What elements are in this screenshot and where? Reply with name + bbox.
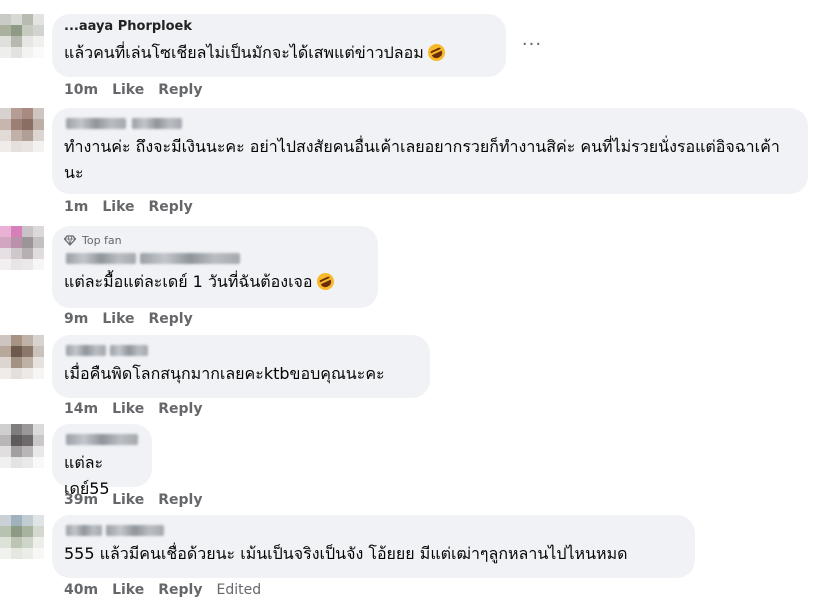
author-name[interactable]: ...aaya Phorploek (64, 19, 494, 36)
author-name[interactable] (64, 343, 418, 357)
avatar[interactable] (0, 335, 44, 379)
author-name[interactable] (64, 432, 140, 446)
like-button[interactable]: Like (112, 582, 144, 598)
author-name[interactable] (64, 523, 683, 537)
comment-actions: 14m Like Reply (64, 401, 202, 417)
reply-button[interactable]: Reply (149, 199, 193, 215)
reply-button[interactable]: Reply (158, 492, 202, 508)
comment-actions: 9m Like Reply (64, 311, 193, 327)
timestamp[interactable]: 14m (64, 401, 98, 417)
avatar[interactable] (0, 14, 44, 58)
comment-actions: 40m Like Reply Edited (64, 582, 261, 598)
like-button[interactable]: Like (112, 82, 144, 98)
comment-text: แล้วคนที่เล่นโซเชียลไม่เป็นมักจะได้เสพแต… (64, 40, 494, 66)
avatar[interactable] (0, 108, 44, 152)
timestamp[interactable]: 1m (64, 199, 88, 215)
rolling-on-floor-laughing-icon (313, 270, 337, 293)
like-button[interactable]: Like (102, 311, 134, 327)
like-button[interactable]: Like (102, 199, 134, 215)
comment-actions: 1m Like Reply (64, 199, 193, 215)
timestamp[interactable]: 39m (64, 492, 98, 508)
comment-text: ทำงานค่ะ ถึงจะมีเงินนะคะ อย่าไปสงสัยคนอื… (64, 137, 780, 182)
ellipsis-icon[interactable]: ··· (520, 34, 544, 55)
author-name-text[interactable]: ...aaya Phorploek (64, 19, 192, 34)
comment-text-content: แต่ละมื้อแต่ละเดย์ 1 วันที่ฉันต้องเจอ (64, 272, 313, 291)
avatar[interactable] (0, 226, 44, 270)
reply-button[interactable]: Reply (158, 82, 202, 98)
comment-bubble: ทำงานค่ะ ถึงจะมีเงินนะคะ อย่าไปสงสัยคนอื… (52, 108, 808, 194)
comment-bubble: แต่ละเดย์55 (52, 424, 152, 498)
avatar[interactable] (0, 515, 44, 559)
author-name[interactable] (64, 116, 796, 130)
avatar[interactable] (0, 424, 44, 468)
comment-actions: 39m Like Reply (64, 492, 202, 508)
comment-text-content: แล้วคนที่เล่นโซเชียลไม่เป็นมักจะได้เสพแต… (64, 43, 424, 62)
comment-bubble: ...aaya Phorploek แล้วคนที่เล่นโซเชียลไม… (52, 14, 506, 77)
top-fan-label: Top fan (82, 234, 122, 247)
reply-button[interactable]: Reply (149, 311, 193, 327)
reply-button[interactable]: Reply (158, 582, 202, 598)
comment-text: 555 แล้วมีคนเชื่อด้วยนะ เม้นเป็นจริงเป็น… (64, 544, 628, 563)
comment-bubble: 555 แล้วมีคนเชื่อด้วยนะ เม้นเป็นจริงเป็น… (52, 515, 695, 578)
timestamp[interactable]: 10m (64, 82, 98, 98)
comment-actions: 10m Like Reply (64, 82, 202, 98)
comment-bubble: Top fan แต่ละมื้อแต่ละเดย์ 1 วันที่ฉันต้… (52, 226, 378, 308)
timestamp[interactable]: 9m (64, 311, 88, 327)
rolling-on-floor-laughing-icon (424, 41, 448, 64)
timestamp[interactable]: 40m (64, 582, 98, 598)
reply-button[interactable]: Reply (158, 401, 202, 417)
top-fan-badge: Top fan (64, 234, 366, 247)
edited-label: Edited (216, 582, 262, 598)
comment-text: แต่ละมื้อแต่ละเดย์ 1 วันที่ฉันต้องเจอ (64, 269, 366, 295)
like-button[interactable]: Like (112, 492, 144, 508)
comment-bubble: เมื่อคืนพิดโลกสนุกมากเลยคะktbขอบคุณนะคะ (52, 335, 430, 398)
like-button[interactable]: Like (112, 401, 144, 417)
author-name[interactable] (64, 251, 366, 265)
comment-text: เมื่อคืนพิดโลกสนุกมากเลยคะktbขอบคุณนะคะ (64, 364, 385, 383)
diamond-icon (64, 235, 76, 246)
